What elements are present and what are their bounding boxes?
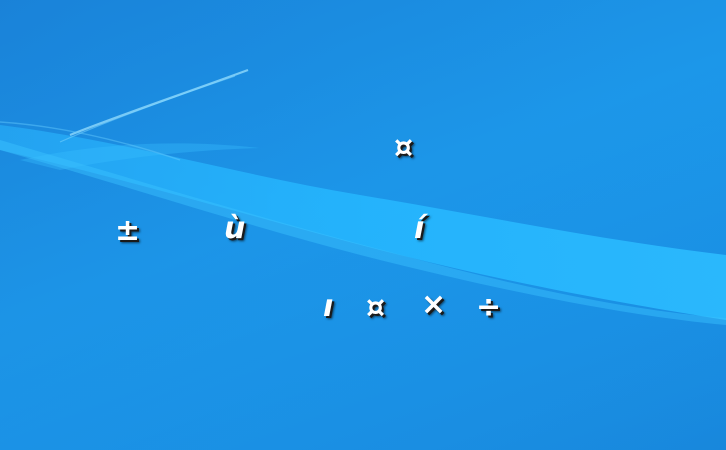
- desktop-icon-6[interactable]: ¤: [366, 293, 385, 323]
- desktop-icon-4[interactable]: í: [414, 214, 424, 244]
- desktop[interactable]: ± ù ¤ í ı ¤ × ÷: [0, 0, 726, 450]
- desktop-icon-3[interactable]: ¤: [394, 133, 413, 163]
- wallpaper-waves: [0, 0, 726, 450]
- desktop-icon-2[interactable]: ù: [224, 214, 245, 244]
- desktop-icon-1[interactable]: ±: [115, 216, 140, 246]
- desktop-icon-5[interactable]: ı: [323, 292, 333, 322]
- desktop-icon-8[interactable]: ÷: [476, 293, 501, 323]
- desktop-icon-7[interactable]: ×: [421, 290, 446, 320]
